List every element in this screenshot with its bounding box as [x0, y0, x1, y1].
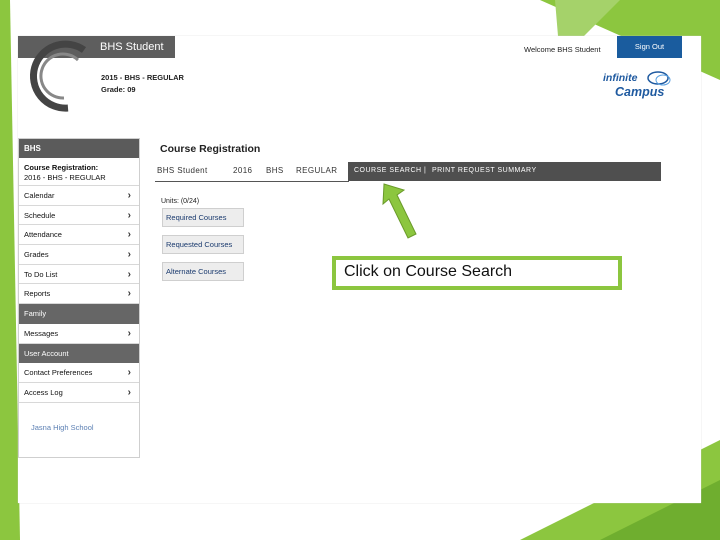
sidebar-section-user-account: User Account: [19, 343, 139, 364]
sidebar-item-label: Reports: [24, 289, 51, 299]
chevron-right-icon: ›: [127, 327, 131, 339]
chevron-right-icon: ›: [127, 229, 131, 241]
welcome-text: Welcome BHS Student: [524, 45, 601, 54]
sidebar: BHS Course Registration: 2016 - BHS - RE…: [18, 138, 140, 458]
tab-print-request-summary[interactable]: PRINT REQUEST SUMMARY: [432, 167, 537, 174]
sidebar-item-label: Access Log: [24, 387, 63, 397]
requested-courses-button[interactable]: Requested Courses: [162, 235, 244, 254]
required-courses-button[interactable]: Required Courses: [162, 208, 244, 227]
tab-separator: |: [424, 167, 427, 174]
chevron-right-icon: ›: [127, 288, 131, 300]
sidebar-item-contact-preferences[interactable]: Contact Preferences ›: [19, 363, 139, 383]
sidebar-item-label: Calendar: [24, 191, 55, 200]
registration-tabbar: BHS Student 2016 BHS REGULAR COURSE SEAR…: [155, 162, 661, 182]
chevron-right-icon: ›: [127, 367, 131, 379]
page-title: Course Registration: [160, 143, 261, 155]
grade-line: Grade: 09: [101, 85, 136, 94]
sidebar-item-label: Attendance: [24, 230, 62, 240]
breadcrumb-year: 2016: [233, 166, 253, 175]
action-tabs: COURSE SEARCH | PRINT REQUEST SUMMARY: [348, 162, 661, 181]
sidebar-item-label: Grades: [24, 250, 49, 260]
units-count: Units: (0/24): [161, 198, 200, 205]
chevron-right-icon: ›: [127, 386, 131, 398]
sidebar-item-schedule[interactable]: Schedule ›: [19, 206, 139, 226]
sidebar-item-calendar[interactable]: Calendar ›: [19, 186, 139, 206]
chevron-right-icon: ›: [127, 190, 131, 201]
sidebar-item-label: Contact Preferences: [24, 368, 93, 378]
sidebar-item-grades[interactable]: Grades ›: [19, 245, 139, 265]
sidebar-course-registration[interactable]: Course Registration: 2016 - BHS - REGULA…: [19, 158, 139, 186]
tab-course-search[interactable]: COURSE SEARCH: [354, 167, 422, 174]
chevron-right-icon: ›: [127, 249, 131, 261]
campus-logo-icon: [30, 40, 87, 112]
sidebar-item-reports[interactable]: Reports ›: [19, 284, 139, 305]
callout-text: Click on Course Search: [344, 263, 513, 280]
sidebar-item-access-log[interactable]: Access Log ›: [19, 383, 139, 403]
sidebar-item-todo[interactable]: To Do List ›: [19, 265, 139, 285]
alternate-courses-button[interactable]: Alternate Courses: [162, 262, 244, 281]
instruction-callout: Click on Course Search: [332, 256, 622, 290]
infinite-campus-logo: infinite Campus: [603, 70, 679, 104]
sidebar-item-label: To Do List: [24, 269, 58, 279]
sidebar-item-attendance[interactable]: Attendance ›: [19, 225, 139, 246]
chevron-right-icon: ›: [127, 209, 131, 221]
sidebar-header-bhs: BHS: [19, 139, 139, 158]
sidebar-item-label: Messages: [24, 328, 59, 338]
sidebar-item-label: Schedule: [24, 210, 56, 220]
logo-text-infinite: infinite: [603, 72, 638, 84]
pointer-arrow-icon: [382, 183, 417, 239]
course-registration-label: Course Registration:: [24, 163, 99, 172]
course-registration-term: 2016 - BHS - REGULAR: [24, 173, 106, 182]
school-link[interactable]: Jasna High School: [31, 423, 94, 432]
term-info: 2015 - BHS - REGULAR Grade: 09: [101, 72, 184, 96]
term-line: 2015 - BHS - REGULAR: [101, 73, 184, 82]
logo-swoosh-icon: [647, 71, 671, 86]
sidebar-item-messages[interactable]: Messages ›: [19, 324, 139, 344]
chevron-right-icon: ›: [127, 268, 131, 280]
breadcrumb-school: BHS: [266, 166, 284, 175]
breadcrumb: BHS Student 2016 BHS REGULAR: [155, 162, 349, 182]
sidebar-section-family: Family: [19, 304, 139, 324]
breadcrumb-term: REGULAR: [296, 166, 338, 175]
sign-out-button[interactable]: Sign Out: [617, 36, 682, 58]
breadcrumb-student: BHS Student: [157, 166, 208, 175]
